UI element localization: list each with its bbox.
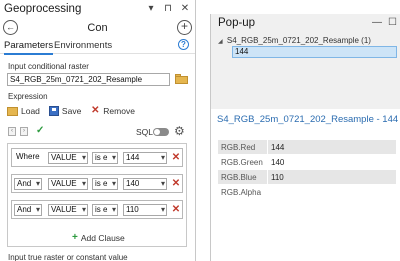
table-row: RGB.Green 140: [217, 154, 397, 170]
save-label: Save: [61, 106, 82, 116]
layer-tree-item[interactable]: ◢ S4_RGB_25m_0721_202_Resample (1): [218, 36, 371, 45]
save-disk-icon: [48, 106, 59, 116]
load-button[interactable]: Load: [7, 106, 40, 116]
input-true-raster-label: Input true raster or constant value: [8, 253, 128, 261]
pane-title: Geoprocessing: [4, 3, 82, 15]
clause-value-select[interactable]: 110: [123, 204, 167, 216]
clause-logic-select[interactable]: And: [14, 204, 42, 216]
table-row: RGB.Alpha: [217, 184, 397, 200]
popup-title: Pop-up: [218, 17, 256, 29]
clause-field-select[interactable]: VALUE: [48, 178, 88, 190]
attribute-value: 110: [267, 169, 397, 185]
clause-remove-icon[interactable]: ✕: [171, 178, 181, 190]
help-icon[interactable]: ?: [178, 39, 189, 50]
attribute-key: RGB.Blue: [217, 169, 268, 185]
expression-label: Expression: [8, 92, 48, 101]
close-icon[interactable]: ✕: [179, 3, 191, 15]
auto-hide-icon[interactable]: ⊓: [162, 3, 174, 15]
popup-window-controls: — ☐: [372, 17, 397, 28]
add-icon[interactable]: +: [177, 20, 192, 35]
selected-feature[interactable]: 144: [232, 46, 397, 58]
pane-header-controls: ▾ ⊓ ✕: [145, 3, 191, 15]
clause-row: And VALUE is e 110 ✕: [11, 200, 183, 219]
geoprocessing-pane: Geoprocessing ▾ ⊓ ✕ ← Con + Parameters E…: [0, 0, 196, 261]
popup-content: S4_RGB_25m_0721_202_Resample - 144 RGB.R…: [211, 109, 400, 261]
tab-environments[interactable]: Environments: [54, 40, 112, 51]
expression-actions: Load Save ✕ Remove: [7, 106, 135, 116]
expand-chevron-icon[interactable]: ◢: [218, 39, 223, 45]
clause-field-select[interactable]: VALUE: [48, 204, 88, 216]
attribute-value: 144: [267, 139, 397, 155]
tab-bar: Parameters Environments ?: [0, 38, 195, 55]
input-conditional-raster-field[interactable]: S4_RGB_25m_0721_202_Resample: [7, 73, 170, 86]
remove-button[interactable]: ✕ Remove: [90, 105, 135, 117]
tool-name: Con: [87, 22, 108, 34]
collapse-left-icon[interactable]: ‹: [8, 127, 16, 136]
tool-row: ← Con +: [0, 18, 195, 38]
clause-operator-select[interactable]: is e: [92, 178, 118, 190]
clause-operator-select[interactable]: is e: [92, 152, 118, 164]
load-folder-icon: [7, 106, 18, 116]
attribute-key: RGB.Green: [217, 154, 268, 170]
popup-window: Pop-up — ☐ ◢ S4_RGB_25m_0721_202_Resampl…: [210, 14, 400, 261]
clause-logic: Where: [16, 152, 40, 161]
clause-builder: Where VALUE is e 144 ✕ And VALUE is e 14…: [7, 143, 187, 247]
clause-value-select[interactable]: 144: [123, 152, 167, 164]
clause-remove-icon[interactable]: ✕: [171, 152, 181, 164]
attribute-value: [267, 184, 397, 200]
attribute-table: RGB.Red 144 RGB.Green 140 RGB.Blue 110 R…: [217, 139, 397, 200]
gear-icon[interactable]: ⚙: [174, 124, 185, 138]
pane-header: Geoprocessing ▾ ⊓ ✕: [0, 0, 195, 18]
tab-parameters[interactable]: Parameters: [4, 40, 54, 55]
add-clause-button[interactable]: + Add Clause: [72, 232, 125, 243]
clause-operator-select[interactable]: is e: [92, 204, 118, 216]
clause-remove-icon[interactable]: ✕: [171, 204, 181, 216]
pane-options-icon[interactable]: ▾: [145, 3, 157, 15]
sql-label: SQL: [136, 127, 154, 137]
sql-toolbar: ‹ › ✓ SQL ⚙: [0, 124, 195, 139]
attribute-key: RGB.Red: [217, 139, 268, 155]
collapse-right-icon[interactable]: ›: [20, 127, 28, 136]
clause-row: And VALUE is e 140 ✕: [11, 174, 183, 193]
minimize-icon[interactable]: —: [372, 17, 382, 28]
table-row: RGB.Red 144: [217, 139, 397, 155]
clause-value-select[interactable]: 140: [123, 178, 167, 190]
attribute-value: 140: [267, 154, 397, 170]
add-clause-label: Add Clause: [80, 232, 125, 243]
save-button[interactable]: Save: [48, 106, 82, 116]
clause-field-select[interactable]: VALUE: [48, 152, 88, 164]
layer-name: S4_RGB_25m_0721_202_Resample (1): [226, 36, 371, 45]
browse-folder-icon[interactable]: [175, 73, 188, 84]
clause-row: Where VALUE is e 144 ✕: [11, 148, 183, 167]
load-label: Load: [21, 106, 40, 116]
add-clause-plus-icon: +: [72, 232, 78, 243]
clause-logic-select[interactable]: And: [14, 178, 42, 190]
maximize-icon[interactable]: ☐: [388, 17, 397, 28]
popup-heading: S4_RGB_25m_0721_202_Resample - 144: [217, 114, 399, 125]
attribute-key: RGB.Alpha: [217, 184, 268, 200]
sql-toggle[interactable]: [153, 128, 169, 136]
table-row: RGB.Blue 110: [217, 169, 397, 185]
input-conditional-label: Input conditional raster: [8, 62, 89, 71]
remove-label: Remove: [103, 106, 135, 116]
verify-check-icon[interactable]: ✓: [36, 125, 44, 136]
remove-x-icon: ✕: [91, 105, 100, 116]
